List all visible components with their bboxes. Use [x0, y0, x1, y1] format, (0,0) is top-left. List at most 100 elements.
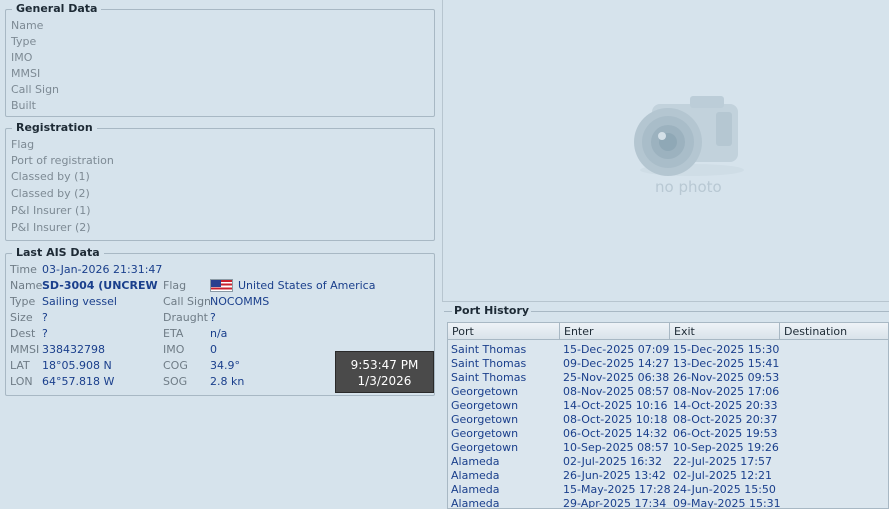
port-cell: Georgetown	[451, 413, 519, 426]
port-cell: Georgetown	[451, 427, 519, 440]
camera-icon	[634, 96, 744, 176]
ais-callsign-label: Call Sign	[163, 295, 212, 308]
ais-cog-label: COG	[163, 359, 188, 372]
table-row[interactable]: Saint Thomas 15-Dec-2025 07:09 15-Dec-2025…	[448, 343, 888, 357]
ais-dest-value: ?	[42, 327, 48, 340]
enter-cell: 15-May-2025 17:28	[563, 483, 671, 496]
no-photo-text: no photo	[655, 178, 722, 196]
general-field-built: Built	[11, 99, 36, 112]
table-row[interactable]: Georgetown 06-Oct-2025 14:32 06-Oct-2025 1…	[448, 427, 888, 441]
ais-cog-value: 34.9°	[210, 359, 240, 372]
ais-mmsi-label: MMSI	[10, 343, 40, 356]
ais-time-value: 03-Jan-2026 21:31:47	[42, 263, 163, 276]
table-row[interactable]: Alameda 29-Apr-2025 17:34 09-May-2025 15:3…	[448, 497, 888, 509]
registration-field-classed2: Classed by (2)	[11, 187, 90, 200]
general-field-type: Type	[11, 35, 37, 48]
exit-cell: 02-Jul-2025 12:21	[673, 469, 773, 482]
clock-date: 1/3/2026	[357, 374, 412, 388]
ais-mmsi-value: 338432798	[42, 343, 105, 356]
table-row[interactable]: Georgetown 10-Sep-2025 08:57 10-Sep-2025 1…	[448, 441, 888, 455]
ais-type-value: Sailing vessel	[42, 295, 117, 308]
enter-cell: 10-Sep-2025 08:57	[563, 441, 669, 454]
port-cell: Alameda	[451, 483, 500, 496]
table-row[interactable]: Georgetown 08-Nov-2025 08:57 08-Nov-2025 1…	[448, 385, 888, 399]
exit-cell: 14-Oct-2025 20:33	[673, 399, 778, 412]
ais-size-label: Size	[10, 311, 33, 324]
clock-tooltip: 9:53:47 PM 1/3/2026	[335, 351, 434, 393]
ais-eta-value: n/a	[210, 327, 228, 340]
column-header-exit[interactable]: Exit	[670, 323, 780, 340]
exit-cell: 06-Oct-2025 19:53	[673, 427, 778, 440]
ais-dest-label: Dest	[10, 327, 36, 340]
general-field-name: Name	[11, 19, 44, 32]
registration-field-insurer2: P&I Insurer (2)	[11, 221, 91, 234]
table-row[interactable]: Saint Thomas 25-Nov-2025 06:38 26-Nov-2025…	[448, 371, 888, 385]
clock-time: 9:53:47 PM	[350, 358, 419, 372]
table-row[interactable]: Georgetown 14-Oct-2025 10:16 14-Oct-2025 2…	[448, 399, 888, 413]
ais-data-title: Last AIS Data	[12, 246, 104, 260]
registration-field-classed1: Classed by (1)	[11, 170, 90, 183]
port-cell: Georgetown	[451, 385, 519, 398]
port-cell: Georgetown	[451, 399, 519, 412]
exit-cell: 13-Dec-2025 15:41	[673, 357, 780, 370]
enter-cell: 29-Apr-2025 17:34	[563, 497, 667, 509]
table-row[interactable]: Alameda 15-May-2025 17:28 24-Jun-2025 15:5…	[448, 483, 888, 497]
ais-name-label: Name	[10, 279, 43, 292]
port-history-table[interactable]: Port Enter Exit Destination Saint Thomas…	[447, 322, 889, 509]
ais-lon-label: LON	[10, 375, 33, 388]
registration-group: Registration Flag Port of registration C…	[5, 121, 435, 241]
exit-cell: 15-Dec-2025 15:30	[673, 343, 780, 356]
exit-cell: 08-Nov-2025 17:06	[673, 385, 780, 398]
general-data-title: General Data	[12, 2, 102, 16]
ais-name-value: SD-3004 (UNCREWED	[42, 279, 158, 292]
enter-cell: 02-Jul-2025 16:32	[563, 455, 663, 468]
port-cell: Saint Thomas	[451, 357, 527, 370]
exit-cell: 09-May-2025 15:31	[673, 497, 781, 509]
exit-cell: 10-Sep-2025 19:26	[673, 441, 779, 454]
port-cell: Alameda	[451, 455, 500, 468]
ais-lat-value: 18°05.908 N	[42, 359, 112, 372]
enter-cell: 06-Oct-2025 14:32	[563, 427, 668, 440]
general-field-mmsi: MMSI	[11, 67, 41, 80]
ais-time-label: Time	[10, 263, 37, 276]
enter-cell: 08-Oct-2025 10:18	[563, 413, 668, 426]
general-field-callsign: Call Sign	[11, 83, 60, 96]
general-field-imo: IMO	[11, 51, 33, 64]
ais-callsign-value: NOCOMMS	[210, 295, 270, 308]
table-row[interactable]: Alameda 26-Jun-2025 13:42 02-Jul-2025 12:2…	[448, 469, 888, 483]
table-row[interactable]: Saint Thomas 09-Dec-2025 14:27 13-Dec-2025…	[448, 357, 888, 371]
ais-lon-value: 64°57.818 W	[42, 375, 115, 388]
enter-cell: 25-Nov-2025 06:38	[563, 371, 670, 384]
ais-eta-label: ETA	[163, 327, 184, 340]
column-header-port[interactable]: Port	[448, 323, 560, 340]
enter-cell: 15-Dec-2025 07:09	[563, 343, 670, 356]
table-row[interactable]: Georgetown 08-Oct-2025 10:18 08-Oct-2025 2…	[448, 413, 888, 427]
ais-sog-label: SOG	[163, 375, 188, 388]
registration-field-port: Port of registration	[11, 154, 114, 167]
enter-cell: 08-Nov-2025 08:57	[563, 385, 670, 398]
ais-flag-label: Flag	[163, 279, 187, 292]
column-header-destination[interactable]: Destination	[780, 323, 888, 340]
ais-imo-label: IMO	[163, 343, 185, 356]
port-cell: Saint Thomas	[451, 371, 527, 384]
ais-sog-value: 2.8 kn	[210, 375, 245, 388]
registration-field-insurer1: P&I Insurer (1)	[11, 204, 91, 217]
port-cell: Alameda	[451, 469, 500, 482]
table-row[interactable]: Alameda 02-Jul-2025 16:32 22-Jul-2025 17:5…	[448, 455, 888, 469]
port-history-title: Port History	[452, 304, 532, 318]
exit-cell: 24-Jun-2025 15:50	[673, 483, 776, 496]
exit-cell: 22-Jul-2025 17:57	[673, 455, 773, 468]
exit-cell: 26-Nov-2025 09:53	[673, 371, 780, 384]
us-flag-icon	[210, 279, 233, 292]
ais-size-value: ?	[42, 311, 48, 324]
ais-draught-value: ?	[210, 311, 216, 324]
ais-imo-value: 0	[210, 343, 217, 356]
port-cell: Saint Thomas	[451, 343, 527, 356]
column-header-enter[interactable]: Enter	[560, 323, 670, 340]
ais-flag-value: United States of America	[238, 279, 376, 292]
port-cell: Alameda	[451, 497, 500, 509]
port-history-header: Port Enter Exit Destination	[448, 323, 888, 340]
enter-cell: 14-Oct-2025 10:16	[563, 399, 668, 412]
ais-type-label: Type	[10, 295, 36, 308]
port-cell: Georgetown	[451, 441, 519, 454]
